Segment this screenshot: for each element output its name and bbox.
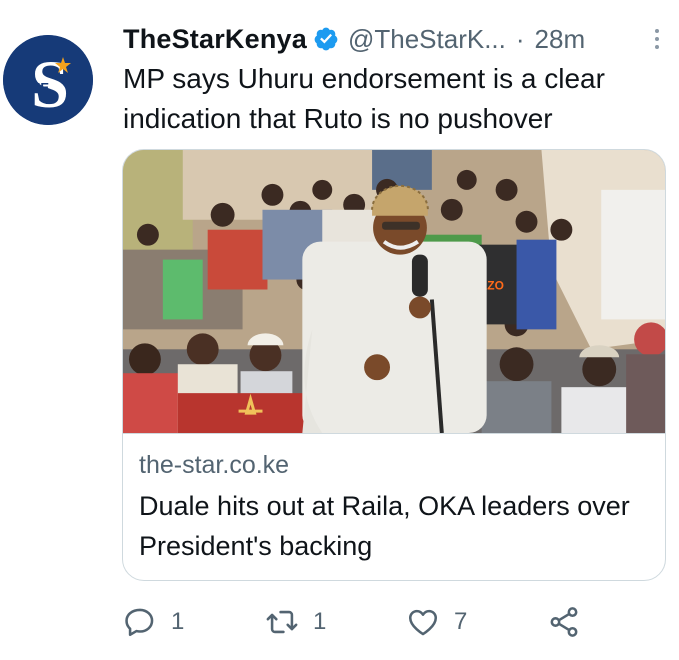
retweet-count: 1 [313, 608, 327, 635]
more-options-icon[interactable] [649, 25, 665, 53]
link-card[interactable]: AZO the-star.co.ke Duale hits out at Rai… [122, 149, 666, 581]
like-button[interactable]: 7 [406, 600, 467, 644]
display-name[interactable]: TheStarKenya [123, 24, 307, 55]
share-icon [550, 607, 578, 637]
reply-icon [125, 608, 154, 637]
separator: · [515, 23, 525, 54]
avatar[interactable]: S THE [3, 35, 93, 125]
reply-button[interactable]: 1 [123, 600, 184, 644]
card-title: Duale hits out at Raila, OKA leaders ove… [139, 491, 630, 561]
share-button[interactable] [547, 600, 581, 644]
thestar-logo: S THE [3, 35, 93, 125]
timestamp[interactable]: 28m [535, 24, 586, 55]
tweet-actions: 1 1 7 [123, 600, 593, 644]
heart-icon [408, 609, 438, 636]
tweet-header: TheStarKenya @TheStarK... · 28m [123, 20, 665, 58]
handle[interactable]: @TheStarK... [348, 24, 506, 55]
retweet-button[interactable]: 1 [265, 600, 326, 644]
card-domain: the-star.co.ke [139, 451, 290, 479]
card-image: AZO [123, 150, 665, 434]
tweet-text: MP says Uhuru endorsement is a clear ind… [123, 63, 605, 134]
like-count: 7 [454, 608, 468, 635]
verified-badge-icon [314, 27, 338, 51]
reply-count: 1 [171, 608, 185, 635]
avatar-letters: THE [23, 80, 49, 95]
retweet-icon [266, 610, 298, 634]
